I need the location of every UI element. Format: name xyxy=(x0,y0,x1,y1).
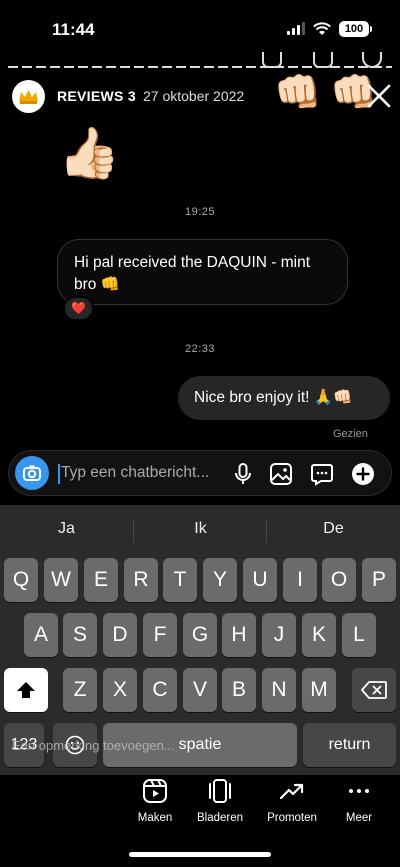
seen-status: Gezien xyxy=(333,428,368,440)
suggestion-item[interactable]: Ik xyxy=(134,520,267,538)
message-input[interactable] xyxy=(61,461,231,485)
key-h[interactable]: H xyxy=(222,613,256,657)
key-y[interactable]: Y xyxy=(203,558,237,602)
key-k[interactable]: K xyxy=(302,613,336,657)
trending-up-icon xyxy=(279,783,304,800)
caption-overlay: Een opmerking toevoegen... xyxy=(12,738,175,753)
key-q[interactable]: Q xyxy=(4,558,38,602)
key-w[interactable]: W xyxy=(44,558,78,602)
thumbs-up-emoji-icon: 👍🏻 xyxy=(58,125,121,181)
story-progress-bar xyxy=(8,66,392,68)
action-label: Meer xyxy=(345,812,373,824)
action-label: Bladeren xyxy=(196,812,244,824)
battery-tip xyxy=(370,26,372,32)
battery-indicator: 100 xyxy=(339,21,369,37)
action-label: Promoten xyxy=(267,812,317,824)
incoming-message-bubble[interactable]: Hi pal received the DAQUIN - mint bro 👊 xyxy=(57,239,348,305)
action-meer[interactable]: Meer xyxy=(324,778,394,824)
close-icon[interactable] xyxy=(366,83,392,109)
carousel-icon xyxy=(209,779,231,803)
backspace-key[interactable] xyxy=(352,668,396,712)
key-o[interactable]: O xyxy=(322,558,356,602)
story-top-icons xyxy=(0,52,400,72)
heart-reaction[interactable]: ❤️ xyxy=(63,296,94,321)
backspace-icon xyxy=(360,681,387,699)
key-b[interactable]: B xyxy=(222,668,256,712)
key-f[interactable]: F xyxy=(143,613,177,657)
key-z[interactable]: Z xyxy=(63,668,97,712)
suggestion-item[interactable]: Ja xyxy=(0,520,133,538)
key-v[interactable]: V xyxy=(183,668,217,712)
message-timestamp: 22:33 xyxy=(184,343,216,355)
keyboard: Ja Ik De Q W E R T Y U I O P A S D F G H… xyxy=(0,505,400,775)
return-key[interactable]: return xyxy=(303,723,396,767)
key-e[interactable]: E xyxy=(84,558,118,602)
outgoing-message-bubble[interactable]: Nice bro enjoy it! 🙏👊🏻 xyxy=(178,376,390,420)
suggestion-item[interactable]: De xyxy=(267,520,400,538)
key-x[interactable]: X xyxy=(103,668,137,712)
gallery-icon[interactable] xyxy=(269,462,293,486)
wifi-icon xyxy=(313,22,331,35)
action-maken[interactable]: Maken xyxy=(120,778,190,824)
action-bladeren[interactable]: Bladeren xyxy=(185,778,255,824)
crown-logo-icon xyxy=(19,90,38,104)
status-bar: 11:44 100 xyxy=(0,0,400,58)
add-icon[interactable] xyxy=(351,462,375,486)
key-n[interactable]: N xyxy=(262,668,296,712)
text-cursor xyxy=(58,464,60,484)
key-s[interactable]: S xyxy=(63,613,97,657)
key-d[interactable]: D xyxy=(103,613,137,657)
reels-icon xyxy=(143,779,167,803)
sticker-chat-icon[interactable] xyxy=(310,462,334,486)
story-header: REVIEWS 3 27 oktober 2022 👊🏻 👊🏻 xyxy=(0,74,400,118)
key-j[interactable]: J xyxy=(262,613,296,657)
key-c[interactable]: C xyxy=(143,668,177,712)
key-g[interactable]: G xyxy=(183,613,217,657)
key-l[interactable]: L xyxy=(342,613,376,657)
shift-arrow-icon xyxy=(17,682,35,698)
bottom-actions: Maken Bladeren Promoten Meer xyxy=(0,778,400,838)
camera-button[interactable] xyxy=(15,456,49,490)
more-dots-icon xyxy=(349,789,369,793)
story-date: 27 oktober 2022 xyxy=(143,88,245,104)
message-composer xyxy=(8,450,392,496)
avatar[interactable] xyxy=(12,80,45,113)
cellular-signal-icon xyxy=(287,22,305,35)
key-i[interactable]: I xyxy=(283,558,317,602)
home-indicator[interactable] xyxy=(129,852,271,857)
action-promoten[interactable]: Promoten xyxy=(257,778,327,824)
status-time: 11:44 xyxy=(52,20,95,39)
account-name[interactable]: REVIEWS 3 xyxy=(57,88,136,104)
key-t[interactable]: T xyxy=(163,558,197,602)
action-label: Maken xyxy=(137,812,173,824)
fist-emoji-icon: 👊🏻 xyxy=(274,72,322,114)
suggestion-bar: Ja Ik De xyxy=(0,505,400,555)
key-m[interactable]: M xyxy=(302,668,336,712)
key-u[interactable]: U xyxy=(243,558,277,602)
key-p[interactable]: P xyxy=(362,558,396,602)
shift-key[interactable] xyxy=(4,668,48,712)
camera-icon xyxy=(23,465,41,481)
microphone-icon[interactable] xyxy=(231,462,255,486)
key-a[interactable]: A xyxy=(24,613,58,657)
key-r[interactable]: R xyxy=(124,558,158,602)
message-timestamp: 19:25 xyxy=(184,206,216,218)
